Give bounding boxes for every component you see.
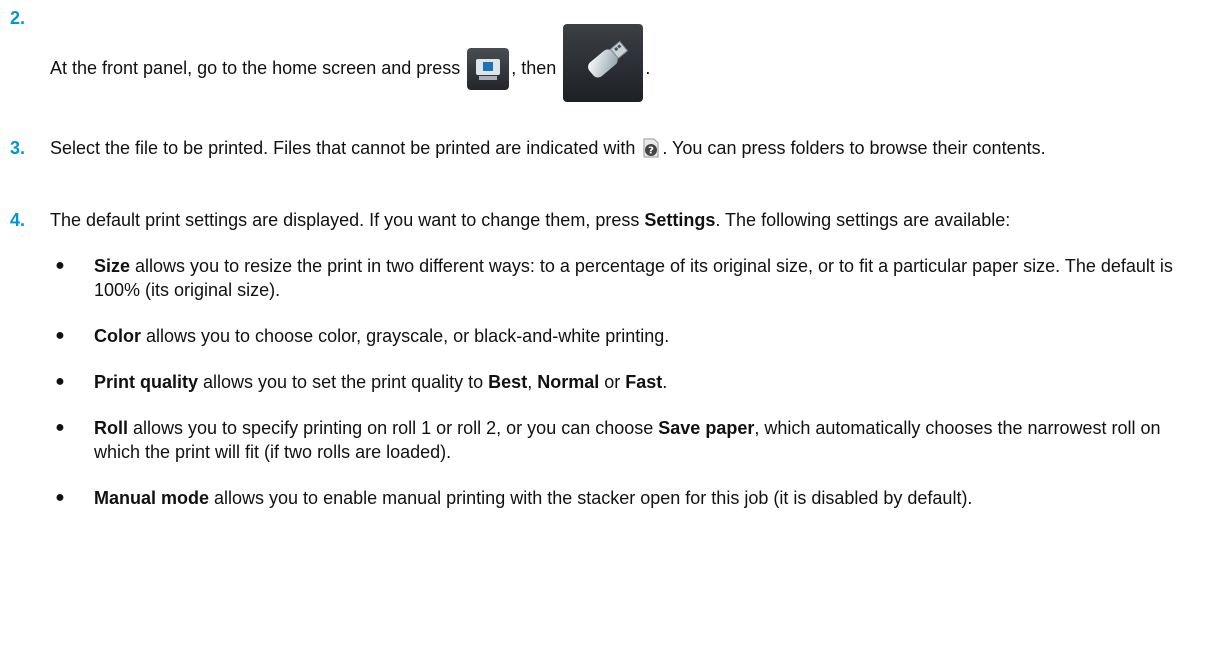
setting-desc: allows you to set the print quality to: [198, 372, 489, 392]
separator: or: [599, 372, 626, 392]
setting-term: Color: [94, 326, 141, 346]
settings-term: Settings: [644, 210, 716, 230]
list-item-color: ● Color allows you to choose color, gray…: [50, 324, 1206, 348]
setting-desc: allows you to enable manual printing wit…: [209, 488, 973, 508]
setting-desc: allows you to choose color, grayscale, o…: [141, 326, 670, 346]
separator: ,: [527, 372, 538, 392]
step-text-before: Select the file to be printed. Files tha…: [50, 138, 636, 158]
setting-term: Size: [94, 256, 131, 276]
document-page: 2. At the front panel, go to the home sc…: [0, 0, 1220, 654]
step-text: The default print settings are displayed…: [50, 208, 1206, 510]
step-text-after: .: [645, 57, 651, 78]
roll-option-save-paper: Save paper: [658, 418, 755, 438]
printer-panel-icon: [467, 48, 510, 90]
list-item-size: ● Size allows you to resize the print in…: [50, 254, 1206, 302]
sentence-end: .: [662, 372, 668, 392]
svg-text:?: ?: [648, 146, 654, 157]
list-item-print-quality: ● Print quality allows you to set the pr…: [50, 370, 1206, 394]
step-number: 4.: [10, 210, 26, 230]
unprintable-file-icon: ?: [642, 138, 660, 158]
setting-desc: allows you to resize the print in two di…: [94, 256, 1173, 300]
bullet-icon: ●: [55, 419, 65, 436]
bullet-icon: ●: [55, 257, 65, 274]
step-text-mid: , then: [511, 57, 557, 78]
bullet-icon: ●: [55, 327, 65, 344]
step-number: 2.: [10, 8, 26, 28]
quality-option-best: Best: [488, 372, 528, 392]
step-text-before: At the front panel, go to the home scree…: [50, 57, 461, 78]
step-text-after: . The following settings are available:: [715, 210, 1011, 230]
step-text: At the front panel, go to the home scree…: [50, 24, 1206, 108]
setting-term: Roll: [94, 418, 128, 438]
setting-term: Print quality: [94, 372, 199, 392]
setting-term: Manual mode: [94, 488, 210, 508]
step-text: Select the file to be printed. Files tha…: [50, 136, 1206, 160]
bullet-icon: ●: [55, 489, 65, 506]
quality-option-fast: Fast: [625, 372, 663, 392]
bullet-icon: ●: [55, 373, 65, 390]
step-text-after: . You can press folders to browse their …: [662, 138, 1046, 158]
setting-desc: allows you to specify printing on roll 1…: [128, 418, 659, 438]
quality-option-normal: Normal: [537, 372, 600, 392]
settings-list: ● Size allows you to resize the print in…: [50, 254, 1206, 510]
list-item-manual-mode: ● Manual mode allows you to enable manua…: [50, 486, 1206, 510]
step-text-before: The default print settings are displayed…: [50, 210, 640, 230]
step-number: 3.: [10, 138, 26, 158]
list-item-roll: ● Roll allows you to specify printing on…: [50, 416, 1206, 464]
usb-drive-icon: [563, 24, 644, 102]
